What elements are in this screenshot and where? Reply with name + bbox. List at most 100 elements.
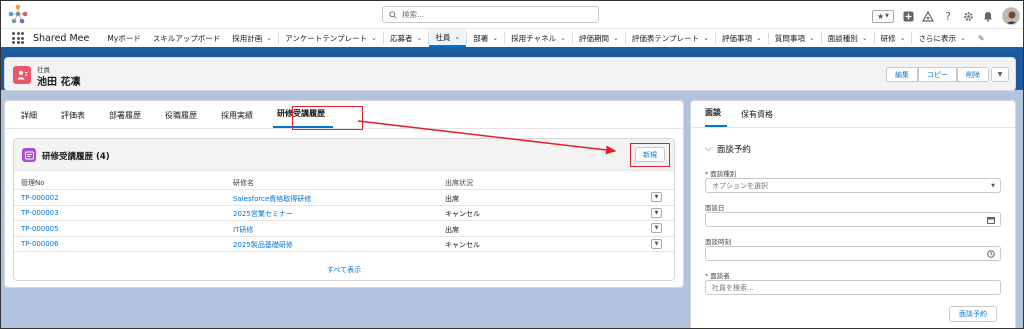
record-no-link[interactable]: TP-000006 [21, 240, 59, 248]
column-header-name[interactable]: 研修名 [233, 178, 254, 188]
record-actions: 編集 コピー 削除 [886, 67, 989, 82]
gear-icon[interactable] [962, 10, 974, 22]
row-actions-dropdown[interactable]: ▼ [651, 207, 662, 218]
chevron-down-icon[interactable]: ⌄ [371, 34, 377, 42]
copy-button[interactable]: コピー [918, 67, 957, 82]
chevron-down-icon: ⌵ [705, 144, 712, 154]
row-actions-dropdown[interactable]: ▼ [651, 238, 662, 249]
chevron-down-icon[interactable]: ⌄ [417, 34, 423, 42]
nav-item-label: 社員 [435, 32, 451, 42]
search-icon [389, 10, 397, 19]
training-name-link[interactable]: 2025営業セミナー [233, 209, 293, 219]
nav-item-9[interactable]: 評価表テンプレート ⌄ [626, 29, 715, 47]
nav-item-label: スキルアップボード [152, 33, 221, 43]
row-actions-dropdown[interactable]: ▼ [651, 192, 662, 202]
chevron-down-icon[interactable]: ⌄ [900, 34, 906, 42]
chevron-down-icon: ▼ [991, 182, 995, 189]
interview-date-input[interactable] [705, 212, 1001, 227]
app-launcher-icon[interactable] [12, 32, 24, 44]
chevron-down-icon[interactable]: ⌄ [862, 34, 868, 42]
edit-nav-pencil-icon[interactable]: ✎ [978, 34, 985, 43]
interview-type-select[interactable]: オプションを選択 ▼ [705, 178, 1001, 193]
chevron-down-icon[interactable]: ⌄ [756, 34, 762, 42]
help-icon[interactable]: ? [942, 10, 954, 23]
show-all-link[interactable]: すべて表示 [14, 265, 674, 275]
right-tabs: 面談 保有資格 [691, 101, 1015, 128]
favorites-button[interactable]: ★ ▼ [872, 9, 894, 23]
training-name-link[interactable]: 2025製品基礎研修 [233, 240, 293, 250]
related-list-title: 研修受講履歴 (4) [42, 152, 110, 162]
nav-item-13[interactable]: 研修 ⌄ [875, 29, 912, 47]
global-header: 検索... ★ ▼ ? [0, 0, 1024, 29]
training-history-related-list: 研修受講履歴 (4) 新規 管理No 研修名 出席状況 TP-000002 Sal… [13, 138, 675, 281]
chevron-down-icon[interactable]: ⌄ [809, 34, 815, 42]
chevron-down-icon[interactable]: ⌄ [613, 34, 619, 42]
nav-item-0[interactable]: Myボード [101, 29, 146, 47]
detail-card: 詳細 評価表 部署履歴 役職履歴 採用実績 研修受講履歴 研修受講履歴 (4) … [4, 100, 684, 288]
trailhead-icon[interactable] [922, 10, 934, 22]
attendance-status: 出席 [445, 194, 459, 203]
record-no-link[interactable]: TP-000003 [21, 209, 59, 217]
global-search-input[interactable]: 検索... [382, 6, 599, 23]
interviewer-search-input[interactable]: 社員を検索... [705, 280, 1001, 295]
annotation-highlight-tab [292, 106, 363, 130]
nav-items: Myボード スキルアップボード 採用計画 ⌄ アンケートテンプレート ⌄ 応募者 ⌄ 社員 ⌄ 部署… [101, 29, 972, 47]
nav-item-5[interactable]: 社員 ⌄ [429, 29, 467, 47]
tab-hiring-results[interactable]: 採用実績 [217, 110, 261, 128]
org-logo-icon[interactable] [8, 4, 28, 24]
nav-item-2[interactable]: 採用計画 ⌄ [226, 29, 278, 47]
clock-icon[interactable] [987, 249, 995, 258]
tab-qualifications[interactable]: 保有資格 [741, 109, 779, 127]
star-icon: ★ [876, 11, 885, 21]
chevron-down-icon[interactable]: ⌄ [960, 34, 966, 42]
more-actions-button[interactable]: ▼ [991, 67, 1009, 82]
chevron-down-icon[interactable]: ⌄ [492, 34, 498, 42]
record-no-link[interactable]: TP-000002 [21, 194, 59, 202]
tab-department-history[interactable]: 部署履歴 [105, 110, 149, 128]
nav-item-7[interactable]: 採用チャネル ⌄ [505, 29, 572, 47]
nav-item-12[interactable]: 面談種別 ⌄ [822, 29, 874, 47]
record-no-link[interactable]: TP-000005 [21, 225, 59, 233]
chevron-down-icon[interactable]: ⌄ [266, 34, 272, 42]
nav-item-10[interactable]: 評価事項 ⌄ [716, 29, 768, 47]
chevron-down-icon[interactable]: ⌄ [454, 33, 460, 41]
edit-button[interactable]: 編集 [886, 67, 918, 82]
interview-time-input[interactable] [705, 246, 1001, 261]
calendar-icon[interactable] [987, 216, 995, 224]
book-interview-button[interactable]: 面談予約 [949, 306, 997, 322]
tab-evaluations[interactable]: 評価表 [57, 110, 93, 128]
tab-position-history[interactable]: 役職履歴 [161, 110, 205, 128]
search-placeholder: 検索... [402, 10, 425, 19]
nav-item-1[interactable]: スキルアップボード [147, 29, 227, 47]
type-placeholder: オプションを選択 [712, 181, 768, 190]
app-name: Shared Mee [33, 32, 90, 44]
chevron-down-icon[interactable]: ⌄ [560, 34, 566, 42]
row-actions-dropdown[interactable]: ▼ [651, 223, 662, 233]
employee-record-icon [13, 66, 31, 84]
nav-item-14[interactable]: さらに表示 ⌄ [912, 29, 971, 47]
nav-item-label: アンケートテンプレート [285, 33, 368, 43]
nav-item-11[interactable]: 質問事項 ⌄ [769, 29, 821, 47]
column-header-status[interactable]: 出席状況 [445, 178, 473, 188]
attendance-status: 出席 [445, 225, 459, 234]
related-list-header: 研修受講履歴 (4) 新規 [14, 139, 674, 171]
user-avatar[interactable] [1002, 7, 1020, 25]
notification-bell-icon[interactable] [982, 10, 994, 22]
delete-button[interactable]: 削除 [957, 67, 989, 82]
nav-item-4[interactable]: 応募者 ⌄ [384, 29, 428, 47]
interviewer-label: * 面談者 [705, 272, 730, 280]
nav-item-3[interactable]: アンケートテンプレート ⌄ [279, 29, 383, 47]
chevron-down-icon[interactable]: ⌄ [703, 34, 709, 42]
table-row: TP-000003 2025営業セミナー キャンセル ▼ [14, 204, 674, 221]
nav-item-8[interactable]: 評価期間 ⌄ [573, 29, 625, 47]
training-name-link[interactable]: Salesforce資格取得研修 [233, 194, 311, 204]
global-add-icon[interactable] [902, 10, 914, 22]
tab-details[interactable]: 詳細 [17, 110, 45, 128]
nav-item-6[interactable]: 部署 ⌄ [467, 29, 504, 47]
column-header-no[interactable]: 管理No [21, 178, 45, 188]
record-header: 社員 池田 花凛 編集 コピー 削除 ▼ [4, 57, 1016, 91]
tab-interview[interactable]: 面談 [705, 107, 727, 127]
training-name-link[interactable]: IT研修 [233, 225, 253, 235]
interview-booking-section[interactable]: ⌵ 面談予約 [705, 143, 751, 155]
interview-type-label: * 面談種別 [705, 170, 737, 178]
